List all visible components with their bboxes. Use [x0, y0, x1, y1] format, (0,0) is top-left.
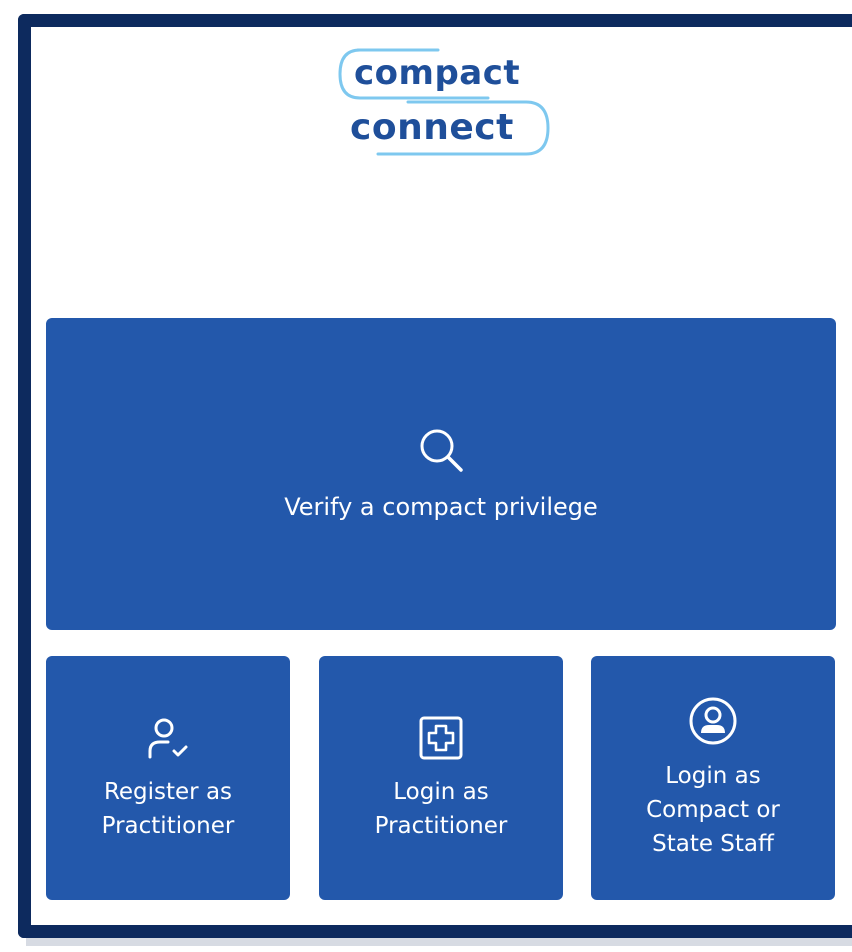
verify-privilege-label: Verify a compact privilege [284, 493, 598, 521]
medical-plus-icon [419, 716, 463, 760]
user-check-icon [148, 718, 188, 759]
logo-word-connect: connect [350, 107, 514, 148]
login-staff-button[interactable]: Login as Compact or State Staff [591, 656, 835, 900]
verify-privilege-button[interactable]: Verify a compact privilege [46, 318, 836, 630]
compact-connect-logo: compact connect [318, 36, 558, 166]
login-staff-label: Login as Compact or State Staff [646, 763, 780, 857]
logo-word-compact: compact [354, 53, 521, 93]
register-practitioner-button[interactable]: Register as Practitioner [46, 656, 290, 900]
user-circle-icon [689, 697, 737, 745]
search-icon [420, 429, 463, 472]
login-practitioner-label: Login as Practitioner [374, 779, 508, 839]
register-practitioner-label: Register as Practitioner [101, 779, 235, 839]
login-practitioner-button[interactable]: Login as Practitioner [319, 656, 563, 900]
